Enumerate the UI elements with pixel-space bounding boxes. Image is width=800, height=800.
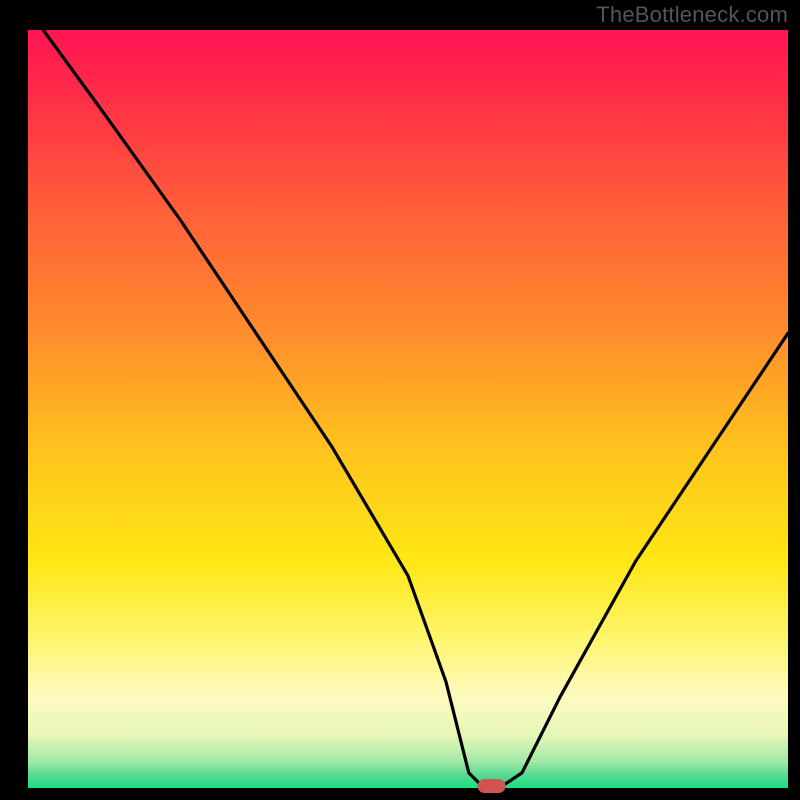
chart-container: TheBottleneck.com [0, 0, 800, 800]
bottleneck-chart [0, 0, 800, 800]
watermark-label: TheBottleneck.com [596, 2, 788, 28]
optimal-marker [478, 779, 506, 793]
plot-background [28, 30, 788, 788]
